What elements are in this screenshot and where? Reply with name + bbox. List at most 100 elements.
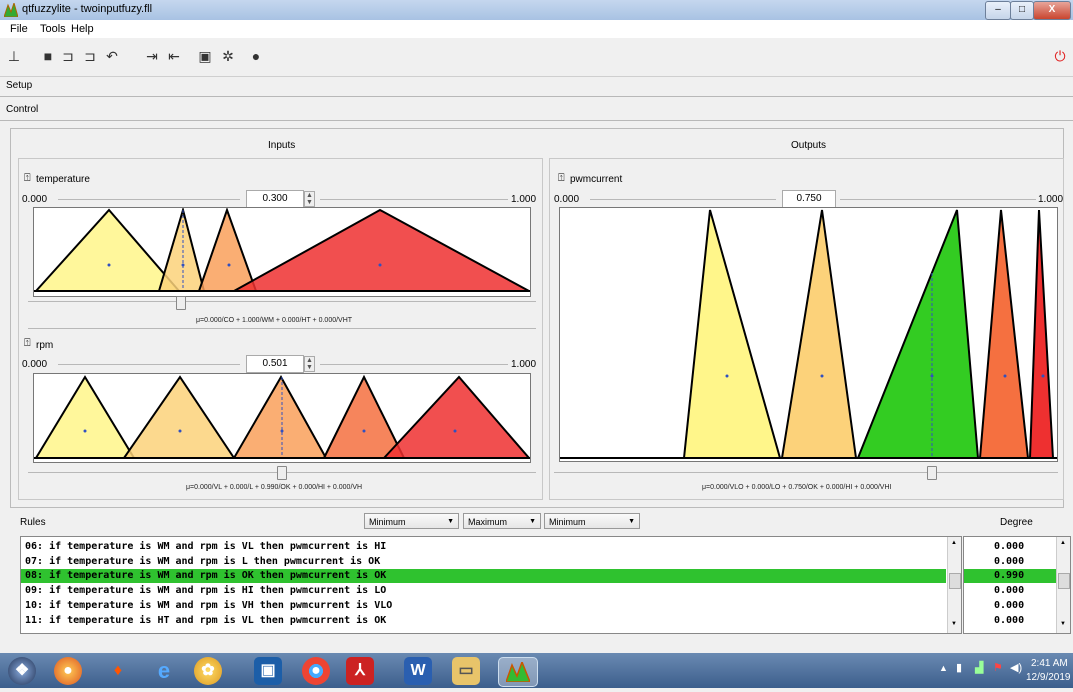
rpm-chart [34,374,532,459]
app-logo-icon [3,1,19,18]
start-button-icon[interactable]: ❖ [8,657,36,685]
usb-icon[interactable]: ▮ [956,661,962,674]
pwmcurrent-plot [559,207,1058,462]
undo-icon[interactable]: ↶ [104,48,120,64]
degree-value: 0.000 [994,600,1025,611]
media-player-icon[interactable]: ▣ [254,657,282,685]
rule-item[interactable]: 09: if temperature is WM and rpm is HI t… [25,585,386,596]
pwmcurrent-slider-handle[interactable] [927,466,937,480]
pwmcurrent-value-field[interactable]: 0.750 [782,190,836,208]
activation-combo[interactable]: Minimum ▼ [544,513,640,529]
rpm-min: 0.000 [22,359,48,370]
temperature-label: temperature [36,174,90,185]
export-variable-icon[interactable]: ⍐ [24,337,31,350]
app-icon[interactable]: ♦ [104,657,132,685]
clock-time[interactable]: 2:41 AM [1031,658,1068,669]
menu-help[interactable]: Help [71,23,94,35]
export-variable-icon[interactable]: ⍐ [24,172,31,185]
temperature-slider-handle[interactable] [176,296,186,310]
scroll-up-icon[interactable]: ▲ [1060,540,1066,546]
pwmcurrent-chart [560,209,1057,459]
pwmcurrent-min: 0.000 [554,194,580,205]
volume-icon[interactable]: ◀) [1010,661,1022,674]
degree-scrollbar[interactable]: ▲ ▼ [1056,537,1070,633]
edit-icon[interactable]: ▣ [197,48,213,64]
menu-tools[interactable]: Tools [40,23,66,35]
paint-icon[interactable]: ✿ [194,657,222,685]
rpm-spin-button[interactable]: ▲ ▼ [304,356,315,372]
disjunction-combo[interactable]: Maximum ▼ [463,513,541,529]
toolbar: ⊥ ■ ⊐ ⊐ ↶ ⇥ ⇤ ▣ ✲ ● ⏻ [0,38,1073,77]
rule-item[interactable]: 11: if temperature is HT and rpm is VL t… [25,615,386,626]
word-icon[interactable]: W [404,657,432,685]
settings-icon[interactable]: ✲ [220,48,236,64]
taskbar: ❖ ● ♦ e ✿ ▣ ● ⅄ W ▭ ▲ ▮ ▟ ⚑ ◀) 2:41 AM 1… [0,653,1073,688]
export-icon[interactable]: ⇤ [166,48,182,64]
import-icon[interactable]: ⇥ [144,48,160,64]
add-output-icon[interactable]: ⊐ [82,48,98,64]
acrobat-icon[interactable]: ⅄ [346,657,374,685]
action-center-icon[interactable]: ⚑ [993,661,1003,674]
rpm-plot [33,373,532,463]
add-input-icon[interactable]: ⊐ [60,48,76,64]
maximize-button[interactable]: □ [1010,1,1034,20]
rules-list[interactable]: 06: if temperature is WM and rpm is VL t… [20,536,962,634]
degree-value: 0.990 [994,570,1025,581]
temperature-plot [33,206,531,297]
rules-label: Rules [20,517,46,528]
new-icon[interactable]: ⊥ [6,48,22,64]
internet-explorer-icon[interactable]: e [150,657,178,685]
scroll-thumb[interactable] [1058,573,1070,589]
pwmcurrent-membership-text: μ=0.000/VLO + 0.000/LO + 0.750/OK + 0.00… [702,484,892,491]
rpm-max: 1.000 [511,359,537,370]
inputs-header: Inputs [268,140,296,151]
open-icon[interactable]: ■ [40,48,56,64]
rpm-membership-text: μ=0.000/VL + 0.000/L + 0.990/OK + 0.000/… [186,484,363,491]
conjunction-combo[interactable]: Minimum ▼ [364,513,459,529]
degree-value: 0.000 [994,541,1025,552]
pwmcurrent-max: 1.000 [1038,194,1064,205]
rule-item[interactable]: 06: if temperature is WM and rpm is VL t… [25,541,386,552]
window-title: qtfuzzylite - twoinputfuzy.fll [22,3,153,15]
degree-value: 0.000 [994,585,1025,596]
clock-date[interactable]: 12/9/2019 [1026,672,1071,683]
menu-bar: File Tools Help [0,20,1073,38]
file-explorer-icon[interactable]: ▭ [452,657,480,685]
rule-item-selected[interactable]: 08: if temperature is WM and rpm is OK t… [25,570,386,581]
temperature-value-field[interactable]: 0.300 [246,190,304,208]
temperature-membership-text: μ=0.000/CO + 1.000/WM + 0.000/HT + 0.000… [196,317,353,324]
temperature-min: 0.000 [22,194,48,205]
network-icon[interactable]: ▟ [975,661,983,674]
close-button[interactable]: X [1033,1,1071,20]
setup-label[interactable]: Setup [6,80,32,91]
degree-value: 0.000 [994,615,1025,626]
degree-value: 0.000 [994,556,1025,567]
power-icon[interactable]: ⏻ [1052,48,1068,64]
rpm-value-field[interactable]: 0.501 [246,355,304,373]
degree-label: Degree [1000,517,1033,528]
chrome-icon[interactable]: ● [302,657,330,685]
menu-file[interactable]: File [10,23,28,35]
degree-list: 0.000 0.000 0.990 0.000 0.000 0.000 ▲ ▼ [963,536,1071,634]
title-bar: qtfuzzylite - twoinputfuzy.fll – □ X [0,0,1073,20]
export-variable-icon[interactable]: ⍐ [558,172,565,185]
temperature-max: 1.000 [511,194,537,205]
outputs-header: Outputs [791,140,827,151]
rule-item[interactable]: 07: if temperature is WM and rpm is L th… [25,556,380,567]
minimize-button[interactable]: – [985,1,1011,20]
rpm-slider-handle[interactable] [277,466,287,480]
pwmcurrent-label: pwmcurrent [570,174,623,185]
scroll-down-icon[interactable]: ▼ [1060,621,1066,627]
rpm-label: rpm [36,340,54,351]
scroll-up-icon[interactable]: ▲ [951,540,957,546]
rules-scrollbar[interactable]: ▲ ▼ [947,537,961,633]
temperature-spin-button[interactable]: ▲ ▼ [304,191,315,207]
rule-item[interactable]: 10: if temperature is WM and rpm is VH t… [25,600,392,611]
info-icon[interactable]: ● [248,48,264,64]
firefox-icon[interactable]: ● [54,657,82,685]
qtfuzzylite-taskbar-icon[interactable] [498,657,538,687]
control-label[interactable]: Control [6,104,38,115]
scroll-thumb[interactable] [949,573,961,589]
scroll-down-icon[interactable]: ▼ [951,621,957,627]
tray-expand-icon[interactable]: ▲ [939,663,948,673]
